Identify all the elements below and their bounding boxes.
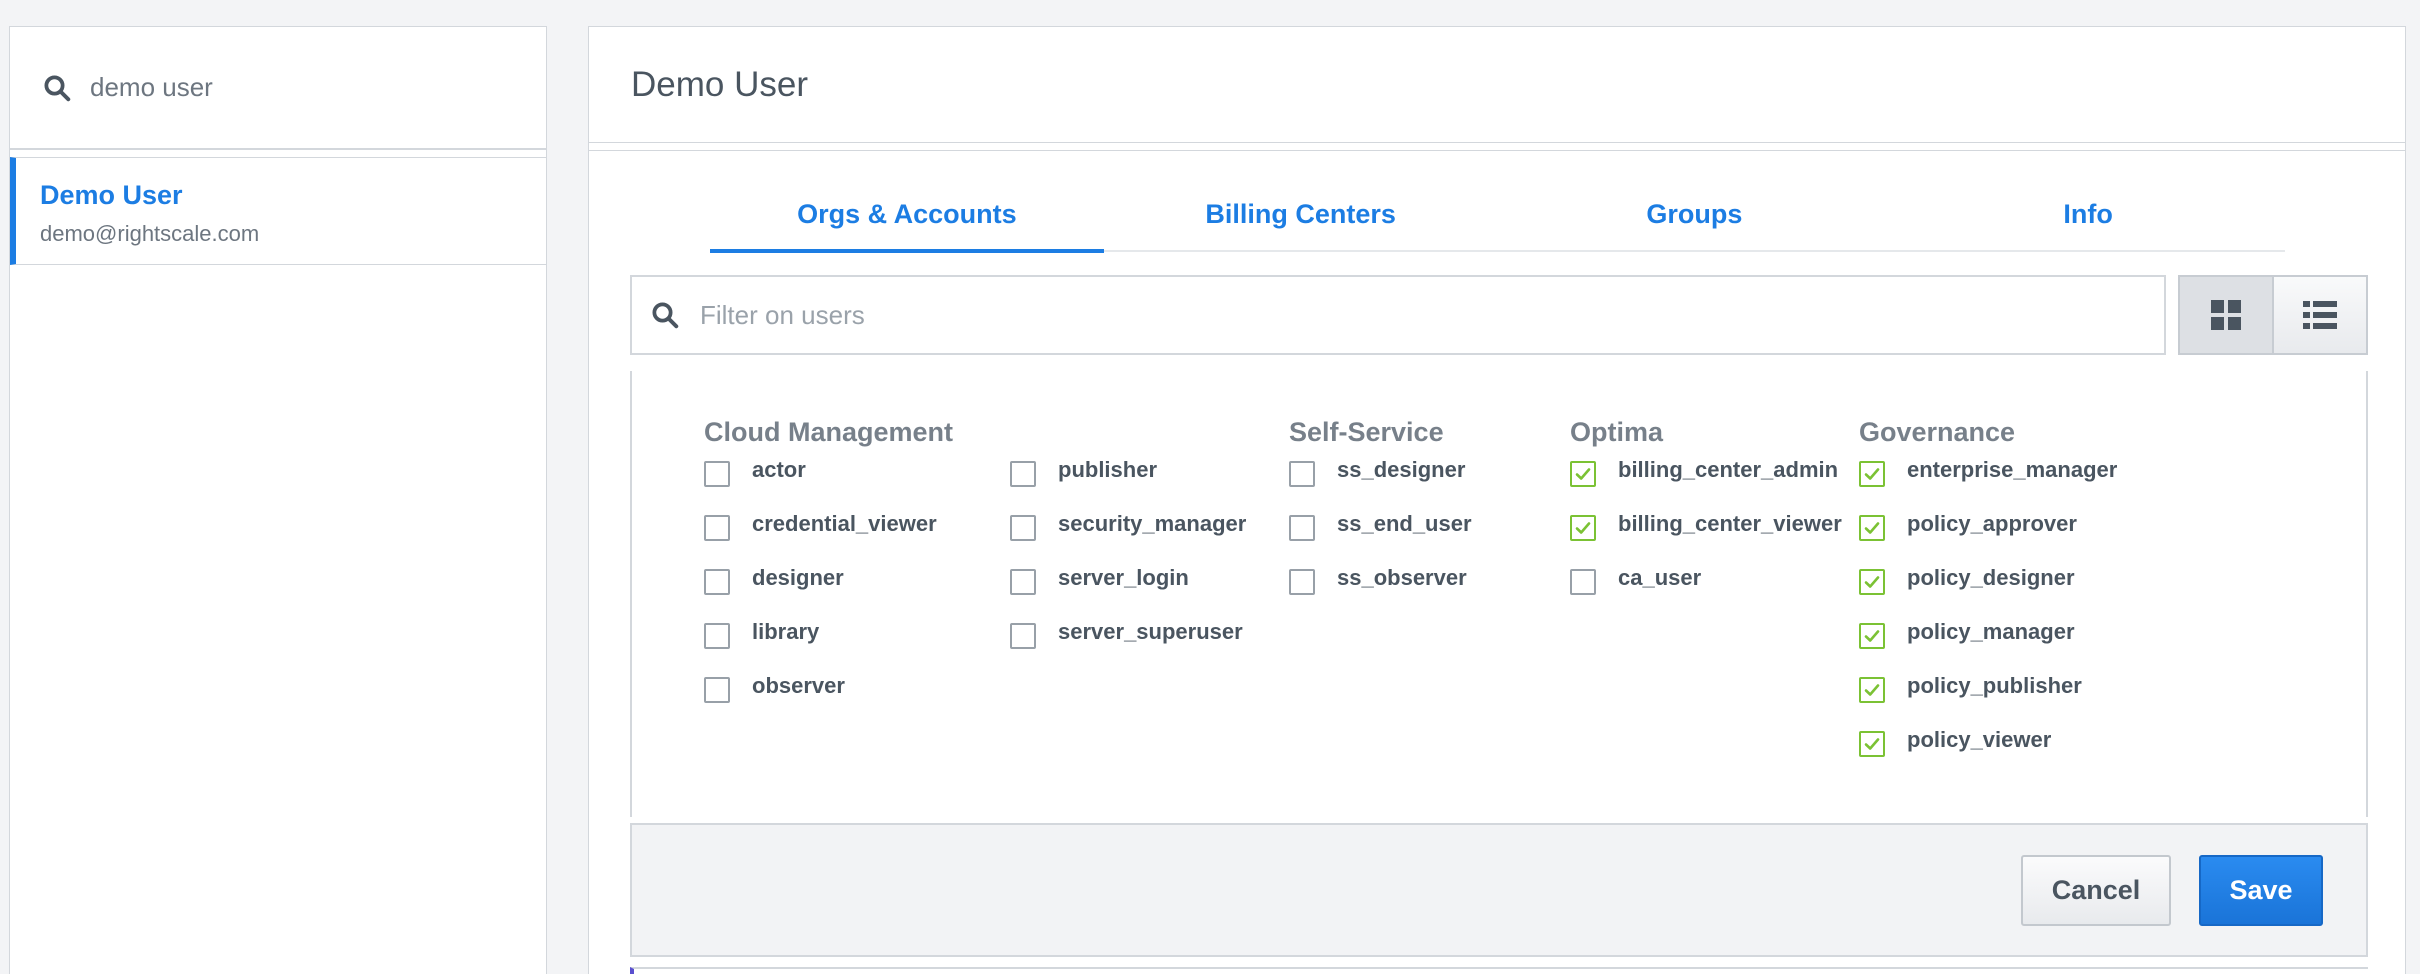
tab-bar: Orgs & Accounts Billing Centers Groups I… [710,195,2285,253]
search-icon [44,75,71,101]
user-detail-panel: Demo User Orgs & Accounts Billing Center… [588,26,2406,974]
checkbox-unchecked[interactable] [704,515,730,541]
role-label: policy_designer [1907,565,2075,590]
detail-header: Demo User [589,27,2405,143]
role-label: billing_center_viewer [1618,511,1842,536]
checkbox-unchecked[interactable] [704,677,730,703]
filter-input[interactable] [700,299,2100,331]
checkbox-unchecked[interactable] [1010,461,1036,487]
role-label: ca_user [1618,565,1702,590]
checkbox-checked[interactable] [1859,731,1885,757]
role-label: security_manager [1058,511,1247,536]
group-header-self-service: Self-Service [1289,417,1444,447]
checkbox-checked[interactable] [1570,461,1596,487]
role-checkbox-row[interactable]: ss_end_user [1289,511,1472,545]
user-search[interactable]: demo user [10,27,546,150]
checkbox-checked[interactable] [1570,515,1596,541]
tab-info[interactable]: Info [1891,195,2285,250]
user-email: demo@rightscale.com [40,221,260,246]
role-checkbox-row[interactable]: credential_viewer [704,511,937,545]
role-checkbox-row[interactable]: enterprise_manager [1859,457,2117,491]
role-checkbox-row[interactable]: designer [704,565,844,599]
user-list-panel: demo user Demo User demo@rightscale.com [9,26,547,974]
role-checkbox-row[interactable]: policy_approver [1859,511,2077,545]
checkbox-unchecked[interactable] [704,623,730,649]
role-checkbox-row[interactable]: security_manager [1010,511,1246,545]
role-label: server_superuser [1058,619,1243,644]
role-checkbox-row[interactable]: ss_designer [1289,457,1465,491]
group-header-governance: Governance [1859,417,2016,447]
checkbox-unchecked[interactable] [1010,569,1036,595]
checkbox-checked[interactable] [1859,677,1885,703]
role-checkbox-row[interactable]: server_superuser [1010,619,1243,653]
role-checkbox-row[interactable]: publisher [1010,457,1157,491]
roles-grid: Cloud Management Self-Service Optima Gov… [630,371,2368,817]
role-checkbox-row[interactable]: server_login [1010,565,1189,599]
save-button[interactable]: Save [2199,855,2323,926]
user-list-item[interactable]: Demo User demo@rightscale.com [10,157,546,265]
checkbox-unchecked[interactable] [1010,515,1036,541]
action-footer: Cancel Save [630,823,2368,957]
checkbox-checked[interactable] [1859,623,1885,649]
tab-billing-centers[interactable]: Billing Centers [1104,195,1498,250]
role-label: policy_publisher [1907,673,2082,698]
view-toggle [2178,275,2368,355]
user-search-input[interactable]: demo user [90,72,213,103]
role-label: actor [752,457,806,482]
checkbox-checked[interactable] [1859,461,1885,487]
checkbox-checked[interactable] [1859,569,1885,595]
checkbox-unchecked[interactable] [704,461,730,487]
role-checkbox-row[interactable]: ss_observer [1289,565,1467,599]
role-checkbox-row[interactable]: billing_center_viewer [1570,511,1842,545]
role-checkbox-row[interactable]: ca_user [1570,565,1701,599]
checkbox-checked[interactable] [1859,515,1885,541]
role-label: server_login [1058,565,1189,590]
divider [589,143,2405,151]
role-label: policy_manager [1907,619,2075,644]
role-checkbox-row[interactable]: billing_center_admin [1570,457,1838,491]
group-header-cloud-management: Cloud Management [704,417,954,447]
list-view-button[interactable] [2274,277,2366,353]
role-label: policy_viewer [1907,727,2052,752]
role-label: credential_viewer [752,511,937,536]
page-title: Demo User [631,64,808,104]
role-label: designer [752,565,844,590]
grid-view-button[interactable] [2180,277,2274,353]
user-name: Demo User [40,180,183,210]
role-checkbox-row[interactable]: library [704,619,819,653]
role-checkbox-row[interactable]: policy_viewer [1859,727,2051,761]
filter-bar [630,275,2166,355]
role-label: enterprise_manager [1907,457,2118,482]
role-checkbox-row[interactable]: policy_manager [1859,619,2075,653]
role-label: policy_approver [1907,511,2077,536]
role-checkbox-row[interactable]: policy_publisher [1859,673,2082,707]
checkbox-unchecked[interactable] [1289,515,1315,541]
role-label: ss_designer [1337,457,1466,482]
role-checkbox-row[interactable]: actor [704,457,806,491]
role-label: ss_end_user [1337,511,1472,536]
role-checkbox-row[interactable]: observer [704,673,845,707]
cancel-button[interactable]: Cancel [2021,855,2171,926]
role-label: billing_center_admin [1618,457,1839,482]
checkbox-unchecked[interactable] [704,569,730,595]
next-section-edge [630,967,2368,974]
list-view-icon [2303,301,2337,329]
role-checkbox-row[interactable]: policy_designer [1859,565,2075,599]
checkbox-unchecked[interactable] [1289,461,1315,487]
grid-view-icon [2211,300,2241,330]
checkbox-unchecked[interactable] [1289,569,1315,595]
role-label: library [752,619,820,644]
role-label: observer [752,673,845,698]
search-icon [652,302,679,329]
role-label: ss_observer [1337,565,1467,590]
tab-groups[interactable]: Groups [1498,195,1892,250]
group-header-optima: Optima [1570,417,1664,447]
checkbox-unchecked[interactable] [1010,623,1036,649]
role-label: publisher [1058,457,1158,482]
tab-orgs-accounts[interactable]: Orgs & Accounts [710,195,1104,253]
checkbox-unchecked[interactable] [1570,569,1596,595]
